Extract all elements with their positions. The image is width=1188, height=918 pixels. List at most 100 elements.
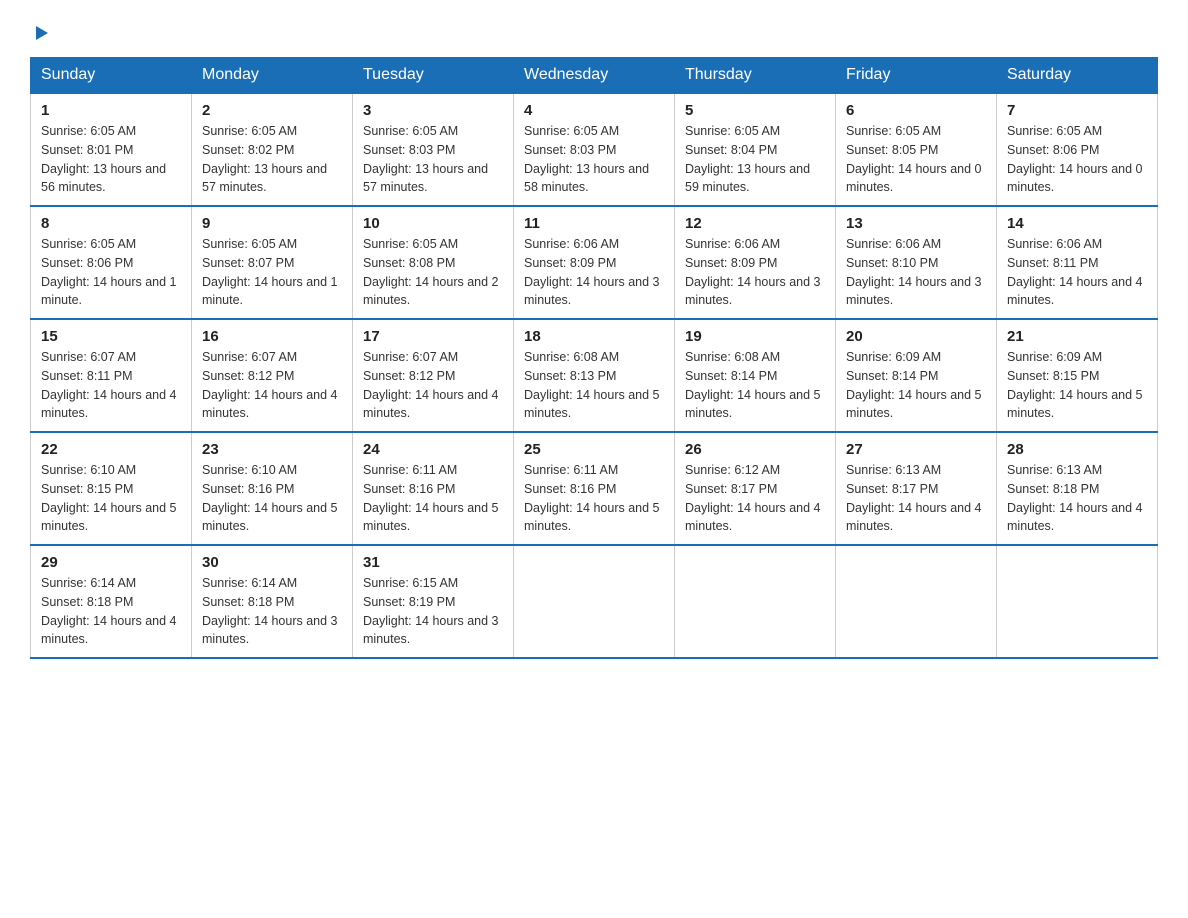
- calendar-day-cell: 24 Sunrise: 6:11 AM Sunset: 8:16 PM Dayl…: [353, 432, 514, 545]
- day-info: Sunrise: 6:06 AM Sunset: 8:09 PM Dayligh…: [524, 235, 664, 310]
- col-header-saturday: Saturday: [997, 58, 1158, 94]
- calendar-table: SundayMondayTuesdayWednesdayThursdayFrid…: [30, 57, 1158, 659]
- calendar-day-cell: 12 Sunrise: 6:06 AM Sunset: 8:09 PM Dayl…: [675, 206, 836, 319]
- calendar-week-row: 15 Sunrise: 6:07 AM Sunset: 8:11 PM Dayl…: [31, 319, 1158, 432]
- day-number: 13: [846, 215, 986, 232]
- day-number: 15: [41, 328, 181, 345]
- day-number: 18: [524, 328, 664, 345]
- day-info: Sunrise: 6:11 AM Sunset: 8:16 PM Dayligh…: [524, 461, 664, 536]
- day-info: Sunrise: 6:05 AM Sunset: 8:03 PM Dayligh…: [363, 122, 503, 197]
- page-header: [30, 24, 1158, 47]
- calendar-day-cell: 25 Sunrise: 6:11 AM Sunset: 8:16 PM Dayl…: [514, 432, 675, 545]
- calendar-day-cell: 5 Sunrise: 6:05 AM Sunset: 8:04 PM Dayli…: [675, 93, 836, 206]
- calendar-day-cell: 27 Sunrise: 6:13 AM Sunset: 8:17 PM Dayl…: [836, 432, 997, 545]
- day-number: 14: [1007, 215, 1147, 232]
- calendar-day-cell: 9 Sunrise: 6:05 AM Sunset: 8:07 PM Dayli…: [192, 206, 353, 319]
- calendar-week-row: 22 Sunrise: 6:10 AM Sunset: 8:15 PM Dayl…: [31, 432, 1158, 545]
- calendar-day-cell: 23 Sunrise: 6:10 AM Sunset: 8:16 PM Dayl…: [192, 432, 353, 545]
- day-info: Sunrise: 6:11 AM Sunset: 8:16 PM Dayligh…: [363, 461, 503, 536]
- day-info: Sunrise: 6:07 AM Sunset: 8:12 PM Dayligh…: [202, 348, 342, 423]
- day-number: 17: [363, 328, 503, 345]
- day-number: 22: [41, 441, 181, 458]
- day-number: 28: [1007, 441, 1147, 458]
- col-header-sunday: Sunday: [31, 58, 192, 94]
- calendar-day-cell: 4 Sunrise: 6:05 AM Sunset: 8:03 PM Dayli…: [514, 93, 675, 206]
- calendar-week-row: 1 Sunrise: 6:05 AM Sunset: 8:01 PM Dayli…: [31, 93, 1158, 206]
- day-number: 31: [363, 554, 503, 571]
- calendar-day-cell: 2 Sunrise: 6:05 AM Sunset: 8:02 PM Dayli…: [192, 93, 353, 206]
- day-info: Sunrise: 6:09 AM Sunset: 8:15 PM Dayligh…: [1007, 348, 1147, 423]
- col-header-friday: Friday: [836, 58, 997, 94]
- day-info: Sunrise: 6:15 AM Sunset: 8:19 PM Dayligh…: [363, 574, 503, 649]
- calendar-week-row: 29 Sunrise: 6:14 AM Sunset: 8:18 PM Dayl…: [31, 545, 1158, 658]
- calendar-day-cell: 3 Sunrise: 6:05 AM Sunset: 8:03 PM Dayli…: [353, 93, 514, 206]
- day-number: 12: [685, 215, 825, 232]
- day-info: Sunrise: 6:06 AM Sunset: 8:10 PM Dayligh…: [846, 235, 986, 310]
- calendar-day-cell: 15 Sunrise: 6:07 AM Sunset: 8:11 PM Dayl…: [31, 319, 192, 432]
- day-info: Sunrise: 6:06 AM Sunset: 8:09 PM Dayligh…: [685, 235, 825, 310]
- day-info: Sunrise: 6:12 AM Sunset: 8:17 PM Dayligh…: [685, 461, 825, 536]
- day-number: 26: [685, 441, 825, 458]
- calendar-header-row: SundayMondayTuesdayWednesdayThursdayFrid…: [31, 58, 1158, 94]
- calendar-day-cell: 22 Sunrise: 6:10 AM Sunset: 8:15 PM Dayl…: [31, 432, 192, 545]
- day-number: 7: [1007, 102, 1147, 119]
- calendar-day-cell: 19 Sunrise: 6:08 AM Sunset: 8:14 PM Dayl…: [675, 319, 836, 432]
- day-info: Sunrise: 6:05 AM Sunset: 8:05 PM Dayligh…: [846, 122, 986, 197]
- day-info: Sunrise: 6:05 AM Sunset: 8:02 PM Dayligh…: [202, 122, 342, 197]
- calendar-day-cell: 17 Sunrise: 6:07 AM Sunset: 8:12 PM Dayl…: [353, 319, 514, 432]
- day-info: Sunrise: 6:13 AM Sunset: 8:18 PM Dayligh…: [1007, 461, 1147, 536]
- calendar-day-cell: 7 Sunrise: 6:05 AM Sunset: 8:06 PM Dayli…: [997, 93, 1158, 206]
- day-number: 25: [524, 441, 664, 458]
- day-info: Sunrise: 6:05 AM Sunset: 8:06 PM Dayligh…: [1007, 122, 1147, 197]
- calendar-day-cell: 1 Sunrise: 6:05 AM Sunset: 8:01 PM Dayli…: [31, 93, 192, 206]
- day-info: Sunrise: 6:10 AM Sunset: 8:15 PM Dayligh…: [41, 461, 181, 536]
- day-number: 20: [846, 328, 986, 345]
- day-number: 2: [202, 102, 342, 119]
- calendar-day-cell: [997, 545, 1158, 658]
- day-info: Sunrise: 6:14 AM Sunset: 8:18 PM Dayligh…: [202, 574, 342, 649]
- day-number: 5: [685, 102, 825, 119]
- day-number: 21: [1007, 328, 1147, 345]
- calendar-day-cell: 31 Sunrise: 6:15 AM Sunset: 8:19 PM Dayl…: [353, 545, 514, 658]
- calendar-day-cell: 11 Sunrise: 6:06 AM Sunset: 8:09 PM Dayl…: [514, 206, 675, 319]
- calendar-day-cell: 18 Sunrise: 6:08 AM Sunset: 8:13 PM Dayl…: [514, 319, 675, 432]
- day-number: 4: [524, 102, 664, 119]
- day-number: 1: [41, 102, 181, 119]
- day-number: 23: [202, 441, 342, 458]
- day-number: 30: [202, 554, 342, 571]
- day-number: 11: [524, 215, 664, 232]
- calendar-day-cell: 26 Sunrise: 6:12 AM Sunset: 8:17 PM Dayl…: [675, 432, 836, 545]
- day-info: Sunrise: 6:05 AM Sunset: 8:06 PM Dayligh…: [41, 235, 181, 310]
- calendar-day-cell: 8 Sunrise: 6:05 AM Sunset: 8:06 PM Dayli…: [31, 206, 192, 319]
- col-header-monday: Monday: [192, 58, 353, 94]
- day-info: Sunrise: 6:07 AM Sunset: 8:12 PM Dayligh…: [363, 348, 503, 423]
- day-number: 29: [41, 554, 181, 571]
- calendar-day-cell: 20 Sunrise: 6:09 AM Sunset: 8:14 PM Dayl…: [836, 319, 997, 432]
- day-info: Sunrise: 6:07 AM Sunset: 8:11 PM Dayligh…: [41, 348, 181, 423]
- day-info: Sunrise: 6:08 AM Sunset: 8:14 PM Dayligh…: [685, 348, 825, 423]
- day-number: 16: [202, 328, 342, 345]
- calendar-day-cell: 30 Sunrise: 6:14 AM Sunset: 8:18 PM Dayl…: [192, 545, 353, 658]
- calendar-day-cell: 13 Sunrise: 6:06 AM Sunset: 8:10 PM Dayl…: [836, 206, 997, 319]
- calendar-day-cell: 16 Sunrise: 6:07 AM Sunset: 8:12 PM Dayl…: [192, 319, 353, 432]
- day-number: 24: [363, 441, 503, 458]
- calendar-day-cell: 29 Sunrise: 6:14 AM Sunset: 8:18 PM Dayl…: [31, 545, 192, 658]
- calendar-day-cell: [675, 545, 836, 658]
- calendar-day-cell: 6 Sunrise: 6:05 AM Sunset: 8:05 PM Dayli…: [836, 93, 997, 206]
- col-header-thursday: Thursday: [675, 58, 836, 94]
- calendar-day-cell: 14 Sunrise: 6:06 AM Sunset: 8:11 PM Dayl…: [997, 206, 1158, 319]
- logo: [30, 24, 50, 47]
- day-info: Sunrise: 6:05 AM Sunset: 8:08 PM Dayligh…: [363, 235, 503, 310]
- calendar-day-cell: [836, 545, 997, 658]
- day-info: Sunrise: 6:06 AM Sunset: 8:11 PM Dayligh…: [1007, 235, 1147, 310]
- day-number: 9: [202, 215, 342, 232]
- day-number: 3: [363, 102, 503, 119]
- logo-arrow-icon: [32, 24, 50, 42]
- day-number: 10: [363, 215, 503, 232]
- day-info: Sunrise: 6:05 AM Sunset: 8:01 PM Dayligh…: [41, 122, 181, 197]
- calendar-day-cell: 21 Sunrise: 6:09 AM Sunset: 8:15 PM Dayl…: [997, 319, 1158, 432]
- day-number: 19: [685, 328, 825, 345]
- col-header-tuesday: Tuesday: [353, 58, 514, 94]
- calendar-week-row: 8 Sunrise: 6:05 AM Sunset: 8:06 PM Dayli…: [31, 206, 1158, 319]
- day-number: 27: [846, 441, 986, 458]
